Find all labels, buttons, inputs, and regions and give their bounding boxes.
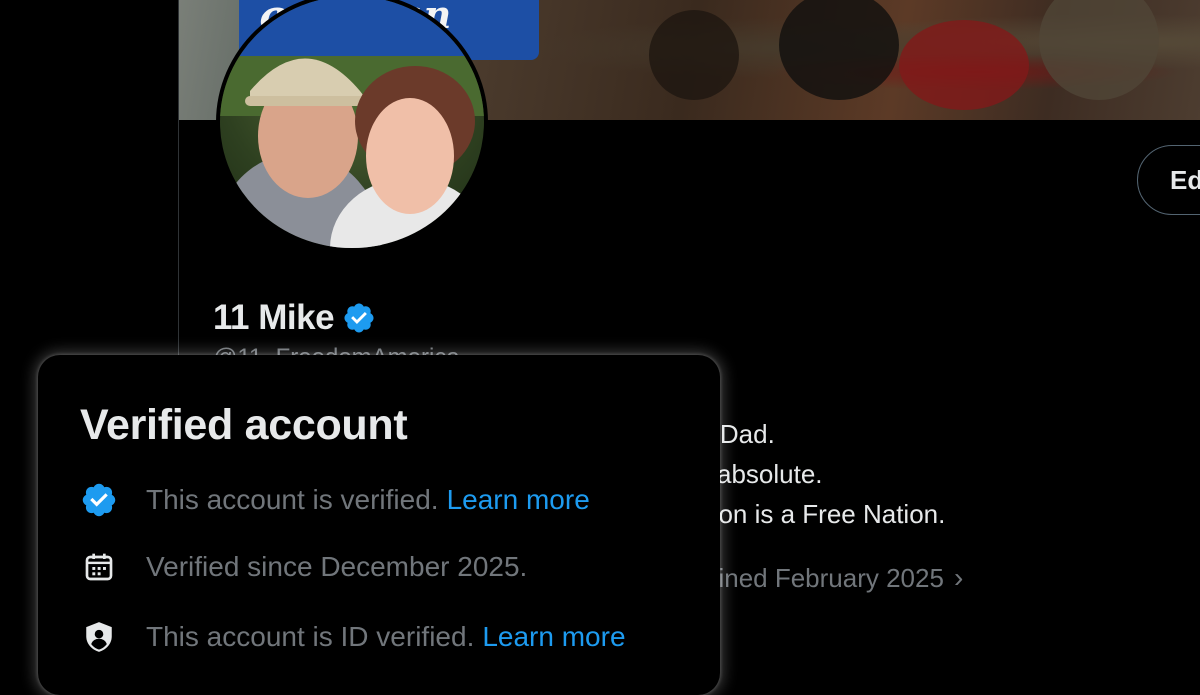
verified-status-text: This account is verified. (146, 484, 439, 515)
verified-since-text: Verified since December 2025. (146, 551, 528, 582)
verified-badge-icon (80, 481, 118, 519)
banner-figure (1039, 0, 1159, 100)
bio-line: d. Dad. (691, 419, 775, 449)
verified-badge-icon[interactable] (342, 301, 376, 335)
profile-avatar[interactable] (216, 0, 488, 252)
banner-figure (649, 10, 739, 100)
banner-figure (899, 20, 1029, 110)
verified-status-row: This account is verified. Learn more (80, 480, 590, 520)
hovercard-title: Verified account (80, 401, 408, 449)
display-name: 11 Mike (213, 298, 335, 337)
joined-date-row[interactable]: Joined February 2025 › (691, 562, 963, 594)
avatar-photo (220, 0, 484, 248)
id-shield-icon (80, 618, 118, 656)
display-name-row: 11 Mike (213, 296, 376, 340)
banner-figure (779, 0, 899, 100)
learn-more-link[interactable]: Learn more (482, 621, 625, 653)
chevron-right-icon: › (953, 562, 964, 593)
verified-since-row: Verified since December 2025. (80, 547, 527, 587)
joined-date-text: Joined February 2025 (691, 562, 944, 593)
id-verified-row: This account is ID verified. Learn more (80, 617, 626, 657)
verified-account-hovercard: Verified account This account is verifie… (38, 355, 720, 695)
id-verified-text: This account is ID verified. (146, 621, 475, 652)
learn-more-link[interactable]: Learn more (447, 484, 590, 516)
edit-profile-button[interactable]: Ed (1137, 145, 1200, 215)
bio-line: is absolute. (691, 459, 823, 489)
bio-line: ation is a Free Nation. (691, 499, 946, 529)
calendar-icon (80, 548, 118, 586)
